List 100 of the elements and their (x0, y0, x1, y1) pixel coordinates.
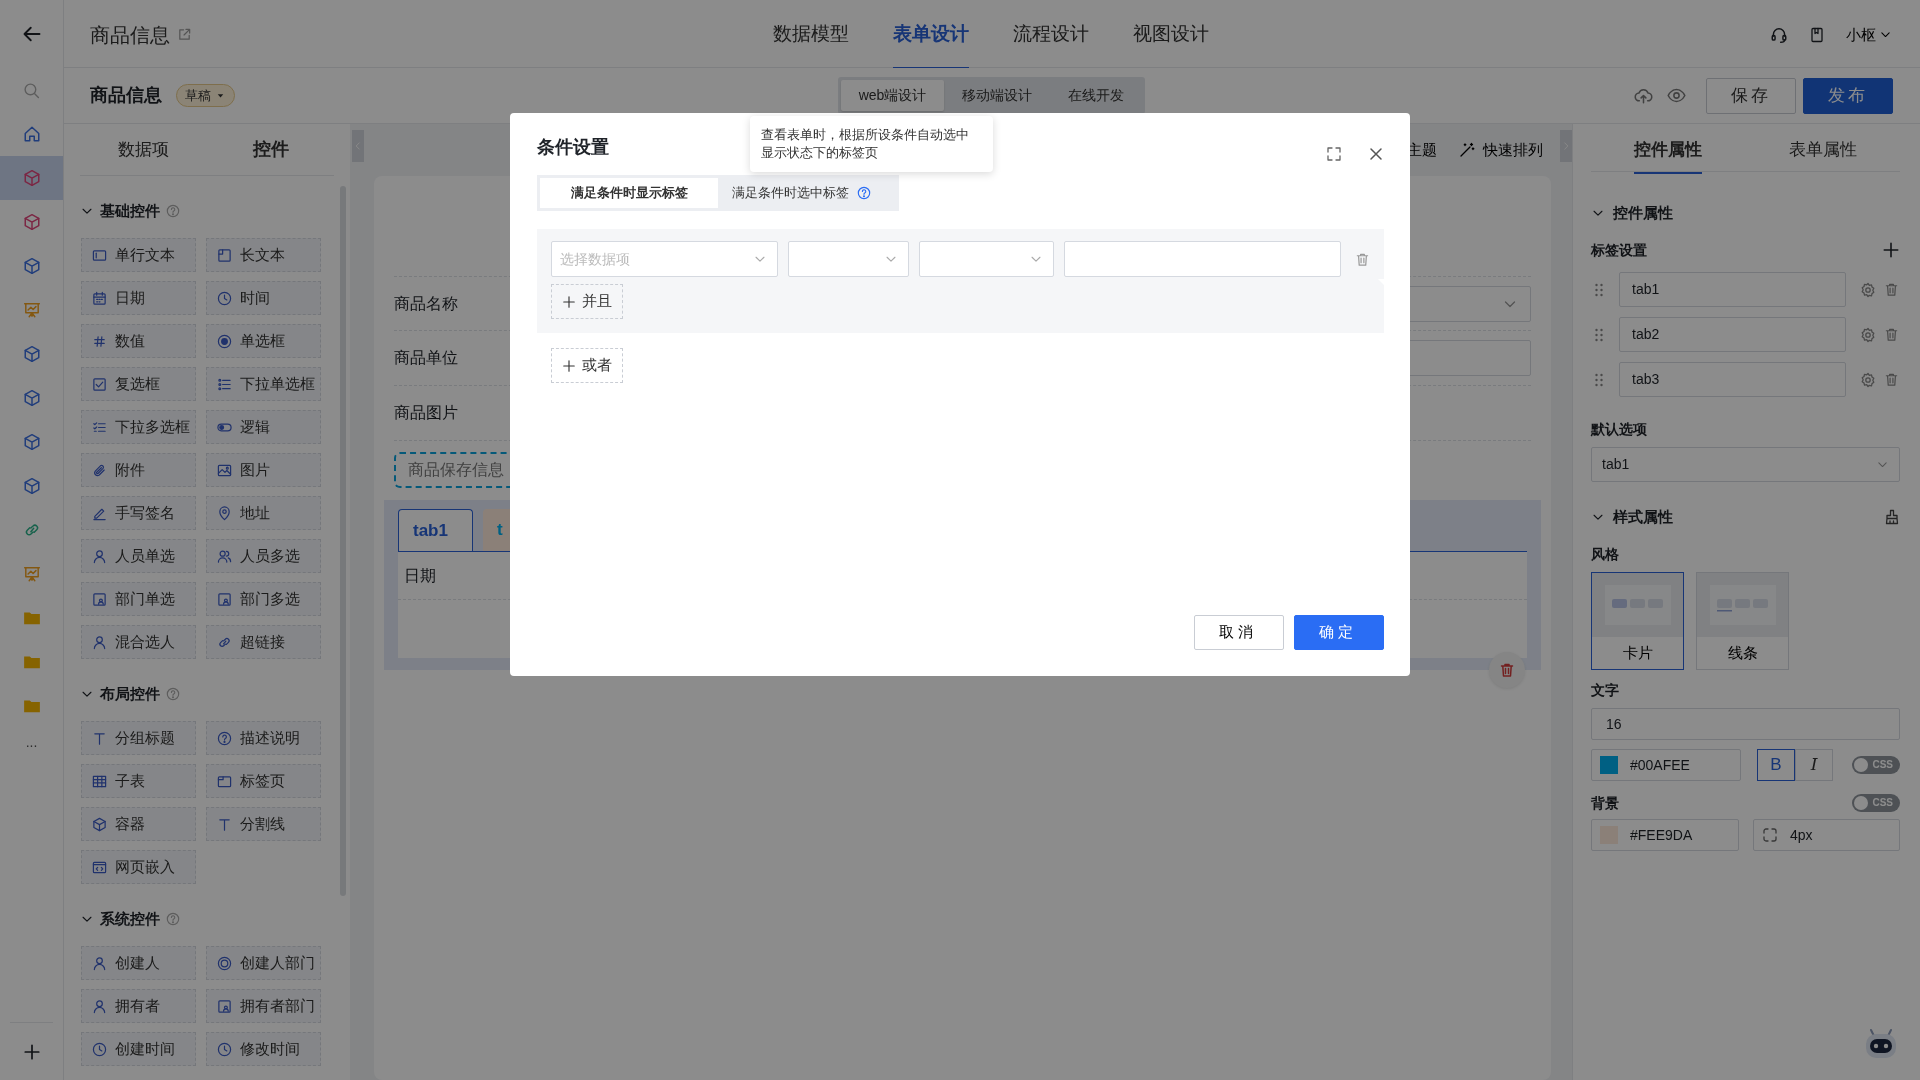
settings-icon[interactable] (1860, 281, 1876, 298)
dialog-tab[interactable]: 满足条件时选中标签 (718, 178, 885, 208)
more-button[interactable]: ... (0, 732, 63, 752)
text-input[interactable]: tab3 (1619, 362, 1846, 397)
control-item[interactable]: 附件 (81, 453, 196, 487)
trash-icon[interactable] (1884, 282, 1899, 297)
brush-icon[interactable] (1884, 509, 1900, 525)
trash-icon[interactable] (1884, 327, 1899, 342)
search-icon[interactable] (23, 81, 40, 99)
save-button[interactable]: 保存 (1706, 77, 1796, 114)
style-option[interactable]: 卡片 (1591, 572, 1684, 670)
cube-icon[interactable] (22, 389, 41, 407)
text-input[interactable]: tab1 (1619, 272, 1846, 307)
color-input[interactable]: #FEE9DA (1591, 819, 1739, 851)
add-icon[interactable] (22, 1042, 41, 1061)
folder-icon[interactable] (22, 653, 41, 671)
cancel-button[interactable]: 取消 (1194, 615, 1284, 650)
presentation-icon[interactable] (22, 301, 41, 319)
mode-tab[interactable]: web端设计 (840, 80, 945, 111)
help-icon[interactable] (166, 912, 180, 926)
cube-icon[interactable] (22, 345, 41, 363)
control-item[interactable]: 拥有者 (81, 989, 196, 1023)
control-item[interactable]: 单行文本 (81, 238, 196, 272)
control-item[interactable]: 网页嵌入 (81, 850, 196, 884)
home-icon[interactable] (22, 125, 41, 143)
help-icon[interactable] (166, 687, 180, 701)
control-item[interactable]: 子表 (81, 764, 196, 798)
control-item[interactable]: 标签页 (206, 764, 321, 798)
cube-icon[interactable] (22, 213, 41, 231)
cube-icon[interactable] (22, 433, 41, 451)
control-item[interactable]: 分割线 (206, 807, 321, 841)
add-icon[interactable] (1882, 241, 1900, 259)
control-item[interactable]: 分组标题 (81, 721, 196, 755)
settings-icon[interactable] (1860, 326, 1876, 343)
expand-icon[interactable] (1326, 146, 1342, 162)
select-field[interactable]: tab1 (1591, 447, 1900, 482)
control-item[interactable]: 创建人 (81, 946, 196, 980)
select-field[interactable] (918, 241, 1055, 277)
delete-button[interactable] (1489, 652, 1525, 688)
presentation-icon[interactable] (22, 565, 41, 583)
headset-icon[interactable] (1769, 25, 1788, 44)
control-item[interactable]: 长文本 (206, 238, 321, 272)
select-field[interactable] (788, 241, 909, 277)
control-item[interactable]: 创建人部门 (206, 946, 321, 980)
external-link-icon[interactable] (177, 27, 192, 43)
add-and-button[interactable]: 并且 (551, 284, 623, 319)
control-item[interactable]: 逻辑 (206, 410, 321, 444)
settings-icon[interactable] (1860, 371, 1876, 388)
control-item[interactable]: 混合选人 (81, 625, 196, 659)
bold-button[interactable]: B (1757, 749, 1795, 781)
italic-button[interactable]: I (1795, 749, 1833, 781)
style-option[interactable]: 线条 (1696, 572, 1789, 670)
control-item[interactable]: 人员多选 (206, 539, 321, 573)
back-icon[interactable] (21, 24, 42, 44)
publish-button[interactable]: 发布 (1803, 77, 1893, 114)
tab[interactable]: tab1 (398, 509, 473, 551)
control-item[interactable]: 创建时间 (81, 1032, 196, 1066)
control-item[interactable]: 拥有者部门 (206, 989, 321, 1023)
trash-icon[interactable] (1355, 251, 1370, 267)
control-item[interactable]: 部门多选 (206, 582, 321, 616)
control-item[interactable]: 修改时间 (206, 1032, 321, 1066)
add-or-button[interactable]: 或者 (551, 348, 623, 383)
confirm-button[interactable]: 确定 (1294, 615, 1384, 650)
control-item[interactable]: 图片 (206, 453, 321, 487)
control-item[interactable]: 下拉单选框 (206, 367, 321, 401)
book-icon[interactable] (1808, 26, 1825, 43)
control-item[interactable]: 数值 (81, 324, 196, 358)
mode-tab[interactable]: 移动端设计 (944, 80, 1051, 111)
cube-icon[interactable] (22, 169, 41, 187)
user-menu[interactable]: 小枢 (1845, 23, 1892, 46)
control-item[interactable]: 单选框 (206, 324, 321, 358)
dialog-tab[interactable]: 满足条件时显示标签 (540, 178, 718, 208)
collapse-handle[interactable] (1560, 130, 1572, 162)
panel-tab[interactable]: 控件 (207, 124, 334, 175)
color-input[interactable]: #00AFEE (1591, 749, 1741, 781)
input-field[interactable] (1064, 241, 1342, 277)
trash-icon[interactable] (1884, 372, 1899, 387)
mode-tab[interactable]: 在线开发 (1050, 80, 1143, 111)
control-item[interactable]: 复选框 (81, 367, 196, 401)
control-item[interactable]: 手写签名 (81, 496, 196, 530)
eye-icon[interactable] (1667, 86, 1686, 105)
help-icon[interactable] (166, 204, 180, 218)
status-dropdown[interactable]: 草稿 (176, 83, 235, 108)
folder-icon[interactable] (22, 697, 41, 715)
control-item[interactable]: 时间 (206, 281, 321, 315)
control-item[interactable]: 超链接 (206, 625, 321, 659)
panel-tab[interactable]: 表单属性 (1788, 125, 1857, 174)
cube-icon[interactable] (22, 257, 41, 275)
radius-input[interactable]: 4px (1753, 819, 1900, 851)
control-item[interactable]: 地址 (206, 496, 321, 530)
control-item[interactable]: 下拉多选框 (81, 410, 196, 444)
close-icon[interactable] (1368, 146, 1384, 162)
cloud-upload-icon[interactable] (1634, 86, 1653, 105)
panel-tab[interactable]: 数据项 (80, 124, 207, 175)
toolbar-button[interactable]: 快速排列 (1459, 138, 1543, 162)
font-size-input[interactable]: 16 (1591, 708, 1900, 740)
control-item[interactable]: 描述说明 (206, 721, 321, 755)
cube-icon[interactable] (22, 477, 41, 495)
folder-icon[interactable] (22, 609, 41, 627)
control-item[interactable]: 日期 (81, 281, 196, 315)
